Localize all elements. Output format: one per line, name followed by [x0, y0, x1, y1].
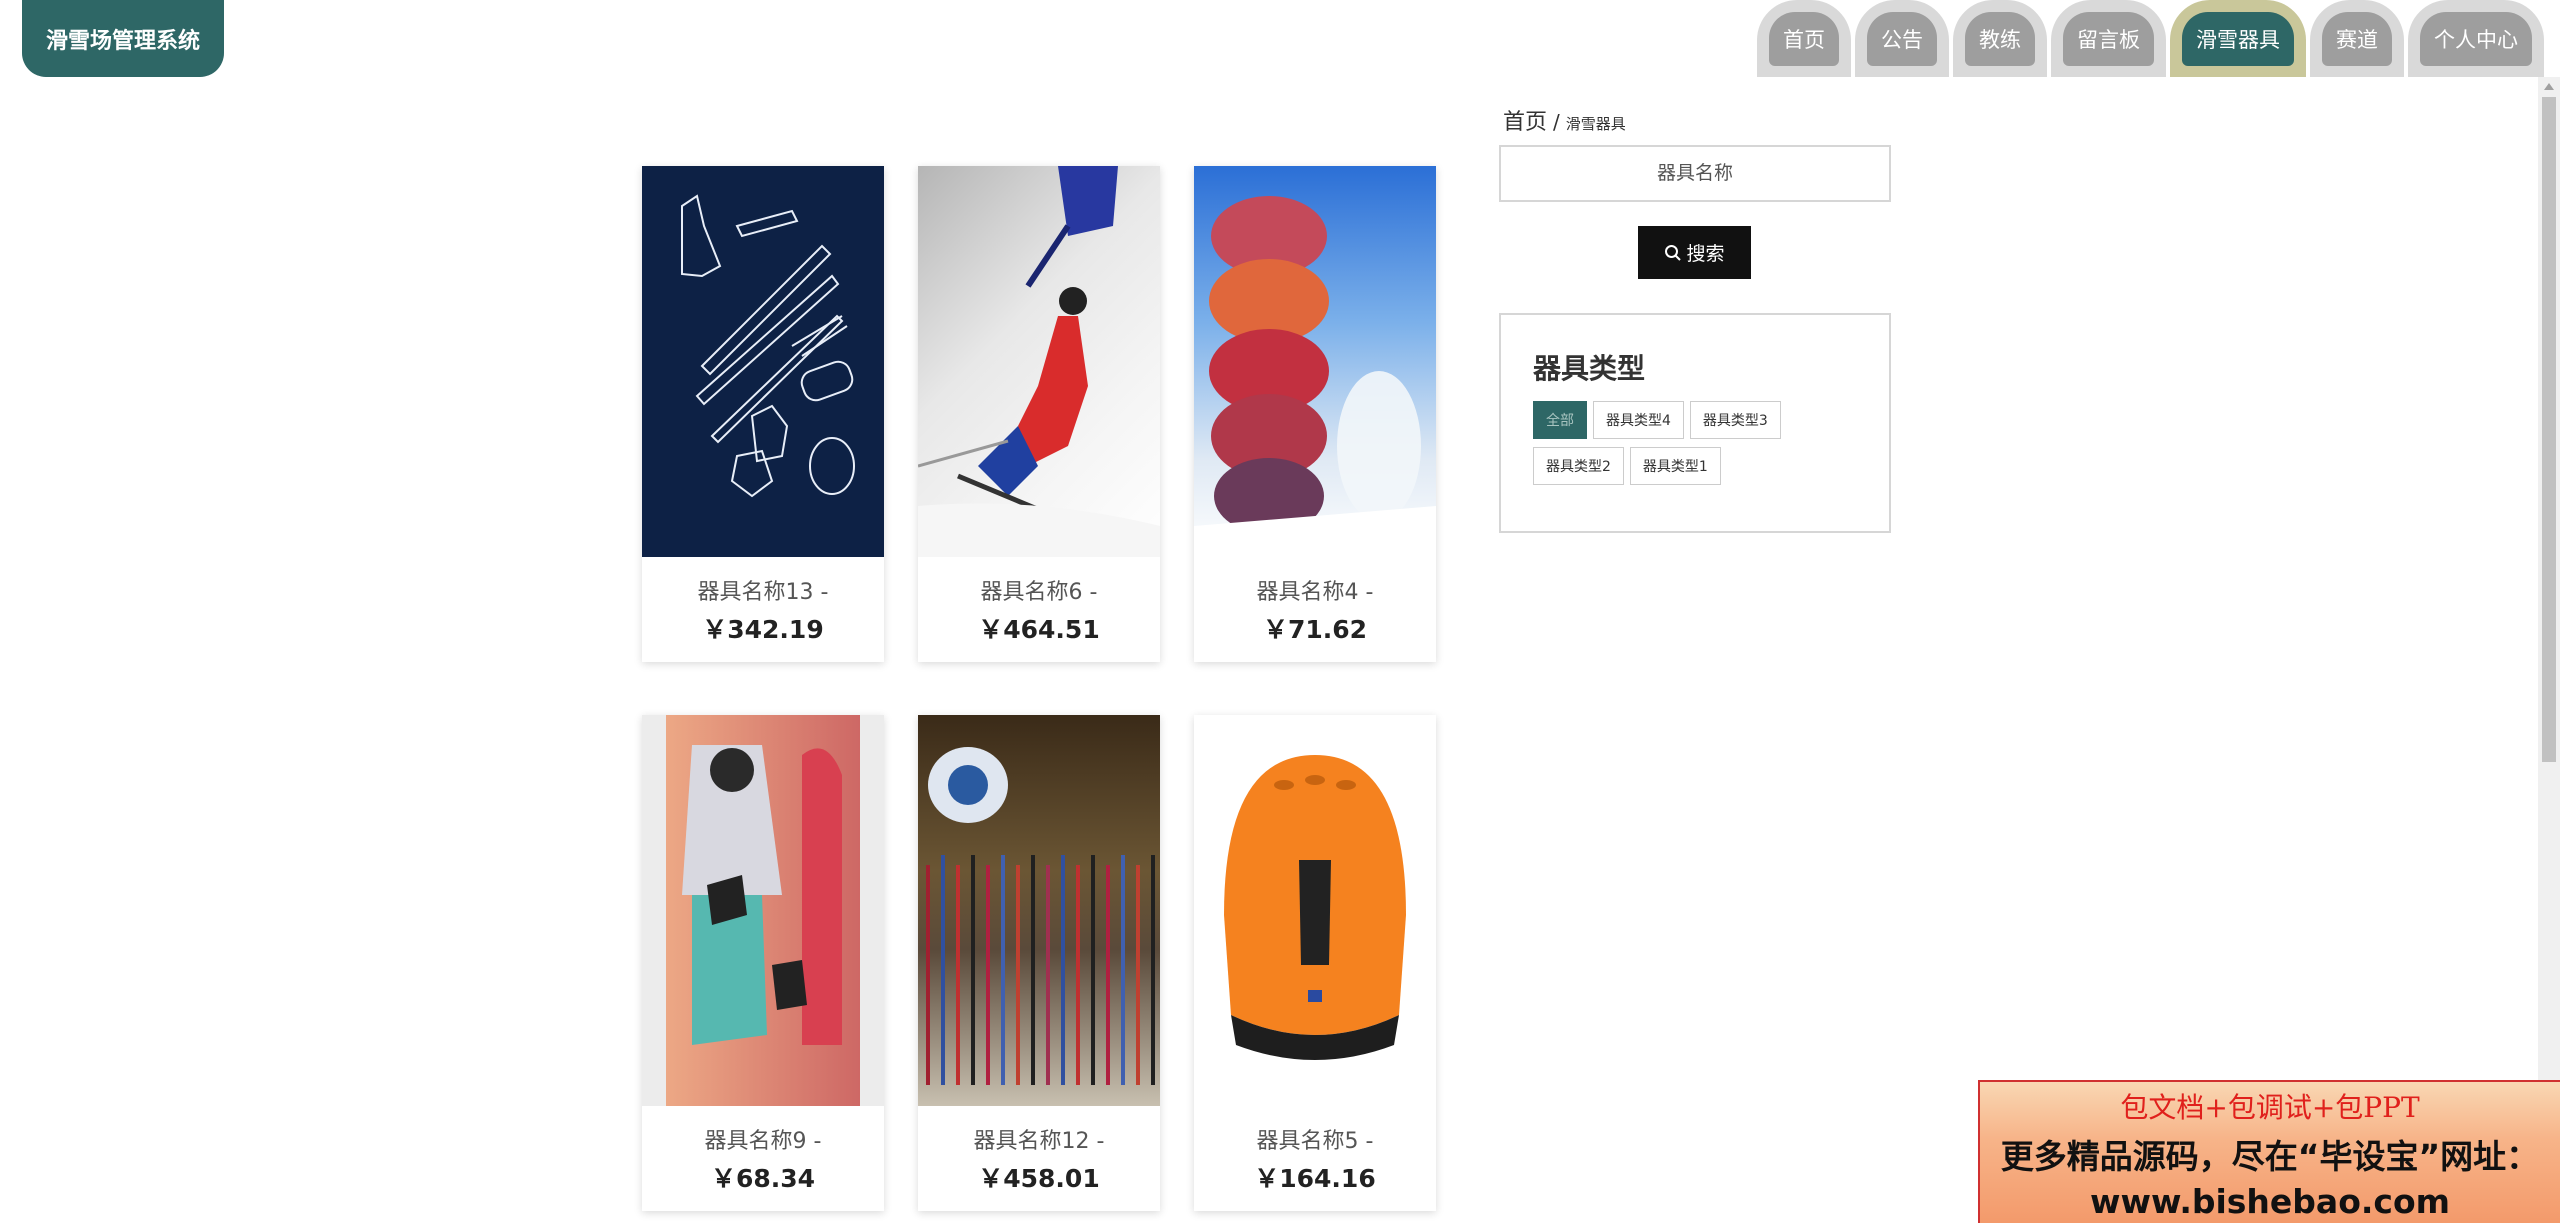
- ad-line-1: 包文档+包调试+包PPT: [2120, 1091, 2420, 1124]
- type-filter-title: 器具类型: [1533, 352, 1646, 385]
- product-price: ￥342.19: [702, 614, 824, 644]
- product-price: ￥464.51: [978, 614, 1100, 644]
- nav-tab-tracks[interactable]: 赛道: [2310, 0, 2404, 77]
- scroll-up-arrow-icon[interactable]: [2544, 83, 2554, 90]
- type-tag-1[interactable]: 器具类型1: [1629, 447, 1721, 485]
- type-tag-list: 全部 器具类型4 器具类型3 器具类型2 器具类型1: [1533, 401, 1873, 485]
- site-logo[interactable]: 滑雪场管理系统: [22, 0, 224, 77]
- ad-line-2: 更多精品源码，尽在“毕设宝”网址：: [2000, 1137, 2540, 1176]
- product-image-skier: [918, 166, 1160, 557]
- snow-tubes-icon: [1194, 196, 1436, 557]
- nav-tab-home[interactable]: 首页: [1757, 0, 1851, 77]
- product-name: 器具名称12 -: [973, 1128, 1105, 1154]
- product-card[interactable]: 器具名称5 - ￥164.16: [1194, 715, 1436, 1211]
- product-card[interactable]: 器具名称6 - ￥464.51: [918, 166, 1160, 662]
- type-tag-2[interactable]: 器具类型2: [1533, 447, 1624, 485]
- breadcrumb-current: 滑雪器具: [1565, 115, 1626, 133]
- nav-tab-profile[interactable]: 个人中心: [2408, 0, 2544, 77]
- equipment-type-filter: 器具类型 全部 器具类型4 器具类型3 器具类型2 器具类型1: [1499, 313, 1891, 533]
- product-image-helmet: [1194, 715, 1436, 1106]
- search-icon: [1665, 244, 1682, 261]
- product-name: 器具名称9 -: [704, 1128, 822, 1154]
- breadcrumb-home[interactable]: 首页: [1503, 104, 1547, 136]
- product-name: 器具名称4 -: [1256, 579, 1374, 605]
- ski-clothes-icon: [666, 715, 860, 1106]
- type-tag-4[interactable]: 器具类型4: [1593, 401, 1684, 439]
- main-nav: 首页 公告 教练 留言板 滑雪器具 赛道 个人中心: [1757, 0, 2544, 77]
- product-card[interactable]: 器具名称4 - ￥71.62: [1194, 166, 1436, 662]
- product-image-snow-tubes: [1194, 166, 1436, 557]
- nav-label: 赛道: [2322, 12, 2392, 66]
- skier-icon: [918, 166, 1160, 557]
- ski-rack-icon: [926, 747, 1155, 1085]
- nav-tab-coaches[interactable]: 教练: [1953, 0, 2047, 77]
- type-tag-3[interactable]: 器具类型3: [1689, 401, 1781, 439]
- nav-label: 首页: [1769, 12, 1839, 66]
- nav-label: 个人中心: [2420, 12, 2532, 66]
- product-card[interactable]: 器具名称9 - ￥68.34: [642, 715, 884, 1211]
- product-price: ￥68.34: [710, 1163, 816, 1193]
- nav-tab-message-board[interactable]: 留言板: [2051, 0, 2166, 77]
- nav-label: 滑雪器具: [2182, 12, 2294, 66]
- product-name: 器具名称6 -: [980, 579, 1098, 605]
- helmet-icon: [1224, 755, 1406, 1060]
- ad-banner[interactable]: 包文档+包调试+包PPT 更多精品源码，尽在“毕设宝”网址： www.bishe…: [1978, 1080, 2560, 1223]
- nav-label: 留言板: [2063, 12, 2154, 66]
- product-image-ski-shop: [918, 715, 1160, 1106]
- breadcrumb-separator: /: [1553, 110, 1560, 134]
- product-name: 器具名称5 -: [1256, 1128, 1374, 1154]
- nav-tab-ski-equipment[interactable]: 滑雪器具: [2170, 0, 2306, 77]
- equipment-name-search-input[interactable]: [1499, 145, 1891, 202]
- nav-label: 教练: [1965, 12, 2035, 66]
- product-image-ski-clothes: [642, 715, 884, 1106]
- breadcrumb: 首页 / 滑雪器具: [1503, 104, 1626, 136]
- product-name: 器具名称13 -: [697, 579, 829, 605]
- nav-tab-notices[interactable]: 公告: [1855, 0, 1949, 77]
- ski-gear-sketch-icon: [681, 194, 855, 498]
- product-card[interactable]: 器具名称13 - ￥342.19: [642, 166, 884, 662]
- search-button-label: 搜索: [1686, 243, 1725, 265]
- nav-label: 公告: [1867, 12, 1937, 66]
- product-card[interactable]: 器具名称12 - ￥458.01: [918, 715, 1160, 1211]
- product-image-ski-gear: [642, 166, 884, 557]
- search-button[interactable]: 搜索: [1638, 226, 1751, 279]
- page-scrollbar[interactable]: [2538, 77, 2560, 1223]
- type-tag-all[interactable]: 全部: [1533, 401, 1587, 439]
- product-price: ￥458.01: [978, 1163, 1100, 1193]
- ad-url: www.bishebao.com: [2089, 1182, 2451, 1221]
- product-grid: 器具名称13 - ￥342.19 器具名称6 - ￥464.51 器具名称4 -…: [642, 166, 1436, 1211]
- product-price: ￥71.62: [1262, 614, 1368, 644]
- product-price: ￥164.16: [1254, 1163, 1376, 1193]
- scrollbar-thumb[interactable]: [2542, 97, 2556, 762]
